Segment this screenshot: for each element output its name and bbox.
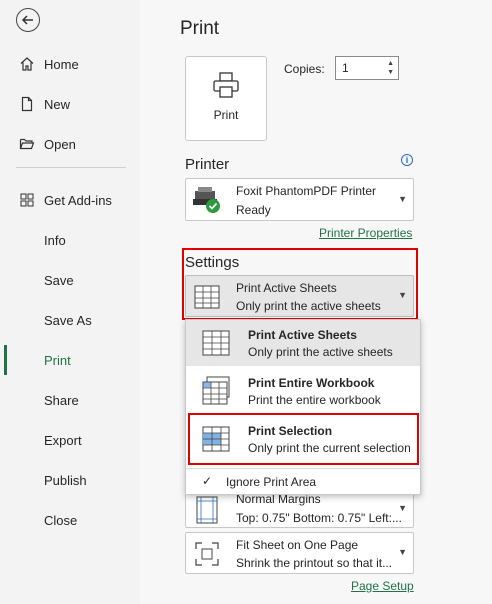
- nav-divider: [16, 167, 126, 168]
- back-button[interactable]: [16, 8, 40, 32]
- menu-item-print-active-sheets[interactable]: Print Active Sheets Only print the activ…: [186, 320, 420, 366]
- margins-subtitle: Top: 0.75" Bottom: 0.75" Left:...: [236, 511, 401, 525]
- checkmark-icon: ✓: [202, 474, 213, 488]
- nav-save[interactable]: Save: [0, 260, 140, 300]
- nav-publish[interactable]: Publish: [0, 460, 140, 500]
- nav-export-label: Export: [44, 432, 82, 448]
- nav-close-label: Close: [44, 512, 78, 528]
- printer-icon: [213, 72, 239, 98]
- nav-new[interactable]: New: [0, 84, 140, 124]
- nav-export[interactable]: Export: [0, 420, 140, 460]
- page-title: Print: [180, 18, 220, 39]
- nav-print[interactable]: Print: [0, 340, 140, 380]
- menu-item-title: Print Entire Workbook: [248, 376, 375, 390]
- print-what-menu: Print Active Sheets Only print the activ…: [185, 319, 421, 495]
- printer-heading: Printer: [185, 156, 230, 173]
- copies-label: Copies:: [284, 62, 325, 76]
- menu-item-title: Print Active Sheets: [248, 328, 357, 342]
- printer-properties-link[interactable]: Printer Properties: [319, 226, 412, 240]
- nav-share[interactable]: Share: [0, 380, 140, 420]
- add-ins-grid-icon: [18, 191, 36, 209]
- chevron-down-icon: ▼: [398, 547, 407, 557]
- nav-close[interactable]: Close: [0, 500, 140, 540]
- spin-down-icon[interactable]: ▼: [387, 68, 394, 77]
- menu-item-subtitle: Only print the active sheets: [248, 345, 393, 359]
- nav-get-add-ins[interactable]: Get Add-ins: [0, 180, 140, 220]
- nav-share-label: Share: [44, 392, 79, 408]
- new-document-icon: [18, 95, 36, 113]
- scaling-title: Fit Sheet on One Page: [236, 538, 359, 552]
- nav-publish-label: Publish: [44, 472, 87, 488]
- home-icon: [18, 55, 36, 73]
- scaling-dropdown[interactable]: Fit Sheet on One Page Shrink the printou…: [185, 532, 414, 574]
- menu-item-subtitle: Print the entire workbook: [248, 393, 381, 407]
- margins-dropdown[interactable]: Normal Margins Top: 0.75" Bottom: 0.75" …: [185, 490, 414, 528]
- info-icon[interactable]: i: [401, 154, 413, 166]
- settings-highlight: [182, 248, 418, 320]
- page-setup-link[interactable]: Page Setup: [351, 579, 414, 593]
- print-selection-highlight: [188, 413, 419, 465]
- folder-open-icon: [18, 135, 36, 153]
- nav-get-add-ins-label: Get Add-ins: [44, 192, 112, 208]
- fit-sheet-icon: [195, 542, 219, 566]
- copies-input[interactable]: 1 ▲ ▼: [335, 56, 399, 80]
- chevron-down-icon: ▼: [398, 193, 407, 204]
- nav-new-label: New: [44, 96, 71, 112]
- printer-ready-icon: [193, 187, 220, 213]
- nav-open[interactable]: Open: [0, 124, 140, 164]
- printer-status: Ready: [236, 203, 271, 217]
- nav-info-label: Info: [44, 232, 66, 248]
- nav-home[interactable]: Home: [0, 44, 140, 84]
- spin-up-icon[interactable]: ▲: [387, 59, 394, 68]
- scaling-subtitle: Shrink the printout so that it...: [236, 556, 393, 570]
- nav-home-label: Home: [44, 56, 79, 72]
- ignore-print-area-option[interactable]: ✓ Ignore Print Area: [186, 468, 420, 494]
- nav-open-label: Open: [44, 136, 76, 152]
- chevron-down-icon: ▼: [398, 503, 407, 513]
- ignore-print-area-label: Ignore Print Area: [226, 475, 317, 489]
- active-sheets-icon: [202, 330, 230, 356]
- print-button[interactable]: Print: [185, 56, 267, 141]
- menu-item-print-entire-workbook[interactable]: Print Entire Workbook Print the entire w…: [186, 368, 420, 414]
- nav-save-as-label: Save As: [44, 312, 92, 328]
- copies-spinner[interactable]: ▲ ▼: [387, 59, 394, 77]
- margins-icon: [196, 496, 218, 524]
- entire-workbook-icon: [202, 376, 230, 405]
- nav-info[interactable]: Info: [0, 220, 140, 260]
- printer-name: Foxit PhantomPDF Printer: [236, 184, 377, 198]
- print-button-label: Print: [213, 108, 239, 122]
- copies-value: 1: [342, 61, 349, 75]
- nav-save-label: Save: [44, 272, 74, 288]
- nav-print-label: Print: [44, 352, 71, 368]
- nav-save-as[interactable]: Save As: [0, 300, 140, 340]
- printer-dropdown[interactable]: Foxit PhantomPDF Printer Ready ▼: [185, 178, 414, 221]
- backstage-sidebar: Home New Open Get Add-ins Info Save Save…: [0, 0, 140, 604]
- back-arrow-icon: [21, 15, 33, 25]
